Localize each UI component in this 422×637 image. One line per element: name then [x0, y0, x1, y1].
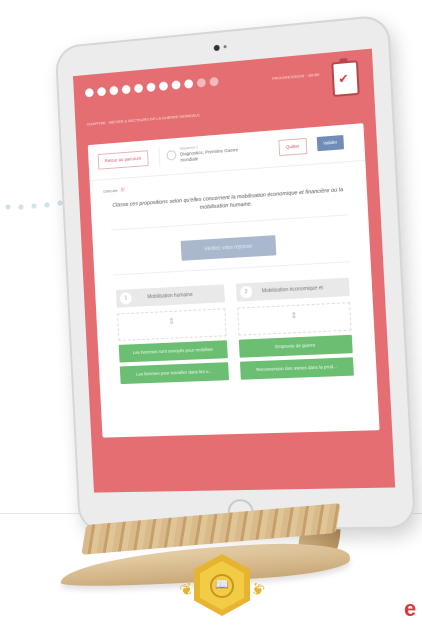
column-title: Mobilisation économique et [261, 285, 324, 295]
progress-step [121, 84, 131, 95]
app-screen: PROGRESSION : 80/80 CHAPITRE · MÉTIER & … [73, 48, 396, 493]
column-header: 2 Mobilisation économique et [235, 277, 350, 302]
category-column-economic: 2 Mobilisation économique et ⇕ Emprunts … [235, 277, 354, 380]
book-icon: 📖 [210, 574, 234, 598]
draggable-answer[interactable]: Les hommes sont envoyés pour mobiliser [118, 340, 228, 363]
drag-arrows-icon: ⇕ [290, 310, 298, 321]
header-divider [158, 147, 161, 168]
tablet-device: PROGRESSION : 80/80 CHAPITRE · MÉTIER & … [54, 14, 417, 541]
tablet-frame: PROGRESSION : 80/80 CHAPITRE · MÉTIER & … [54, 14, 417, 532]
divider [110, 214, 348, 231]
draggable-answer[interactable]: Emprunts de guerre [238, 334, 353, 358]
cropped-heading-letter: e [404, 596, 417, 621]
column-header: 1 Mobilisation humaine [115, 284, 225, 308]
back-to-course-button[interactable]: Retour au parcours [97, 150, 149, 170]
progress-step [209, 76, 219, 87]
progress-step [158, 81, 169, 91]
progress-step [184, 79, 194, 89]
draggable-answer[interactable]: Les femmes pour travailler dans les u... [119, 362, 229, 385]
category-column-human: 1 Mobilisation humaine ⇕ Les hommes sont… [115, 284, 229, 385]
difficulty-label: Difficulté [103, 187, 118, 194]
exercise-card: Retour au parcours Séquence 1 Diagnostic… [87, 123, 380, 438]
drop-zone[interactable]: ⇕ [117, 308, 227, 341]
progress-step [84, 87, 94, 98]
progress-label: PROGRESSION : 80/80 [272, 71, 320, 81]
course-icon [166, 149, 177, 161]
progress-step [134, 83, 144, 94]
progress-step [196, 77, 206, 88]
column-number: 1 [119, 292, 132, 305]
check-answer-button[interactable]: Vérifiez votre réponse [180, 235, 277, 261]
achievement-badge: ❦ ❦ 📖 [176, 552, 268, 637]
progress-dots [84, 76, 219, 98]
column-number: 2 [239, 285, 253, 299]
sensor-icon [223, 45, 227, 49]
column-title: Mobilisation humaine [147, 291, 193, 301]
difficulty-marks: /// [120, 187, 125, 194]
breadcrumb: CHAPITRE · MÉTIER & SECTEURS DE LA GUERR… [86, 112, 200, 127]
progress-step [146, 82, 156, 93]
divider [113, 261, 351, 276]
quit-button[interactable]: Quitter [278, 137, 307, 157]
draggable-answer[interactable]: Reconversion des usines dans la prod... [239, 357, 354, 380]
progress-step [109, 85, 119, 96]
laurel-icon: ❦ [247, 580, 267, 601]
drop-zone[interactable]: ⇕ [237, 302, 352, 336]
progress-step [171, 80, 181, 90]
camera-icon [213, 44, 220, 52]
top-bar: PROGRESSION : 80/80 CHAPITRE · MÉTIER & … [73, 49, 375, 137]
progress-step [97, 86, 107, 97]
drag-arrows-icon: ⇕ [168, 316, 176, 326]
clipboard-check-icon[interactable] [331, 60, 360, 98]
difficulty-tags: Difficulté /// [103, 187, 125, 194]
validate-button[interactable]: Valider [316, 135, 344, 152]
exercise-instruction: Classe ces propositions selon qu'elles c… [112, 187, 344, 211]
laurel-icon: ❦ [177, 580, 197, 601]
